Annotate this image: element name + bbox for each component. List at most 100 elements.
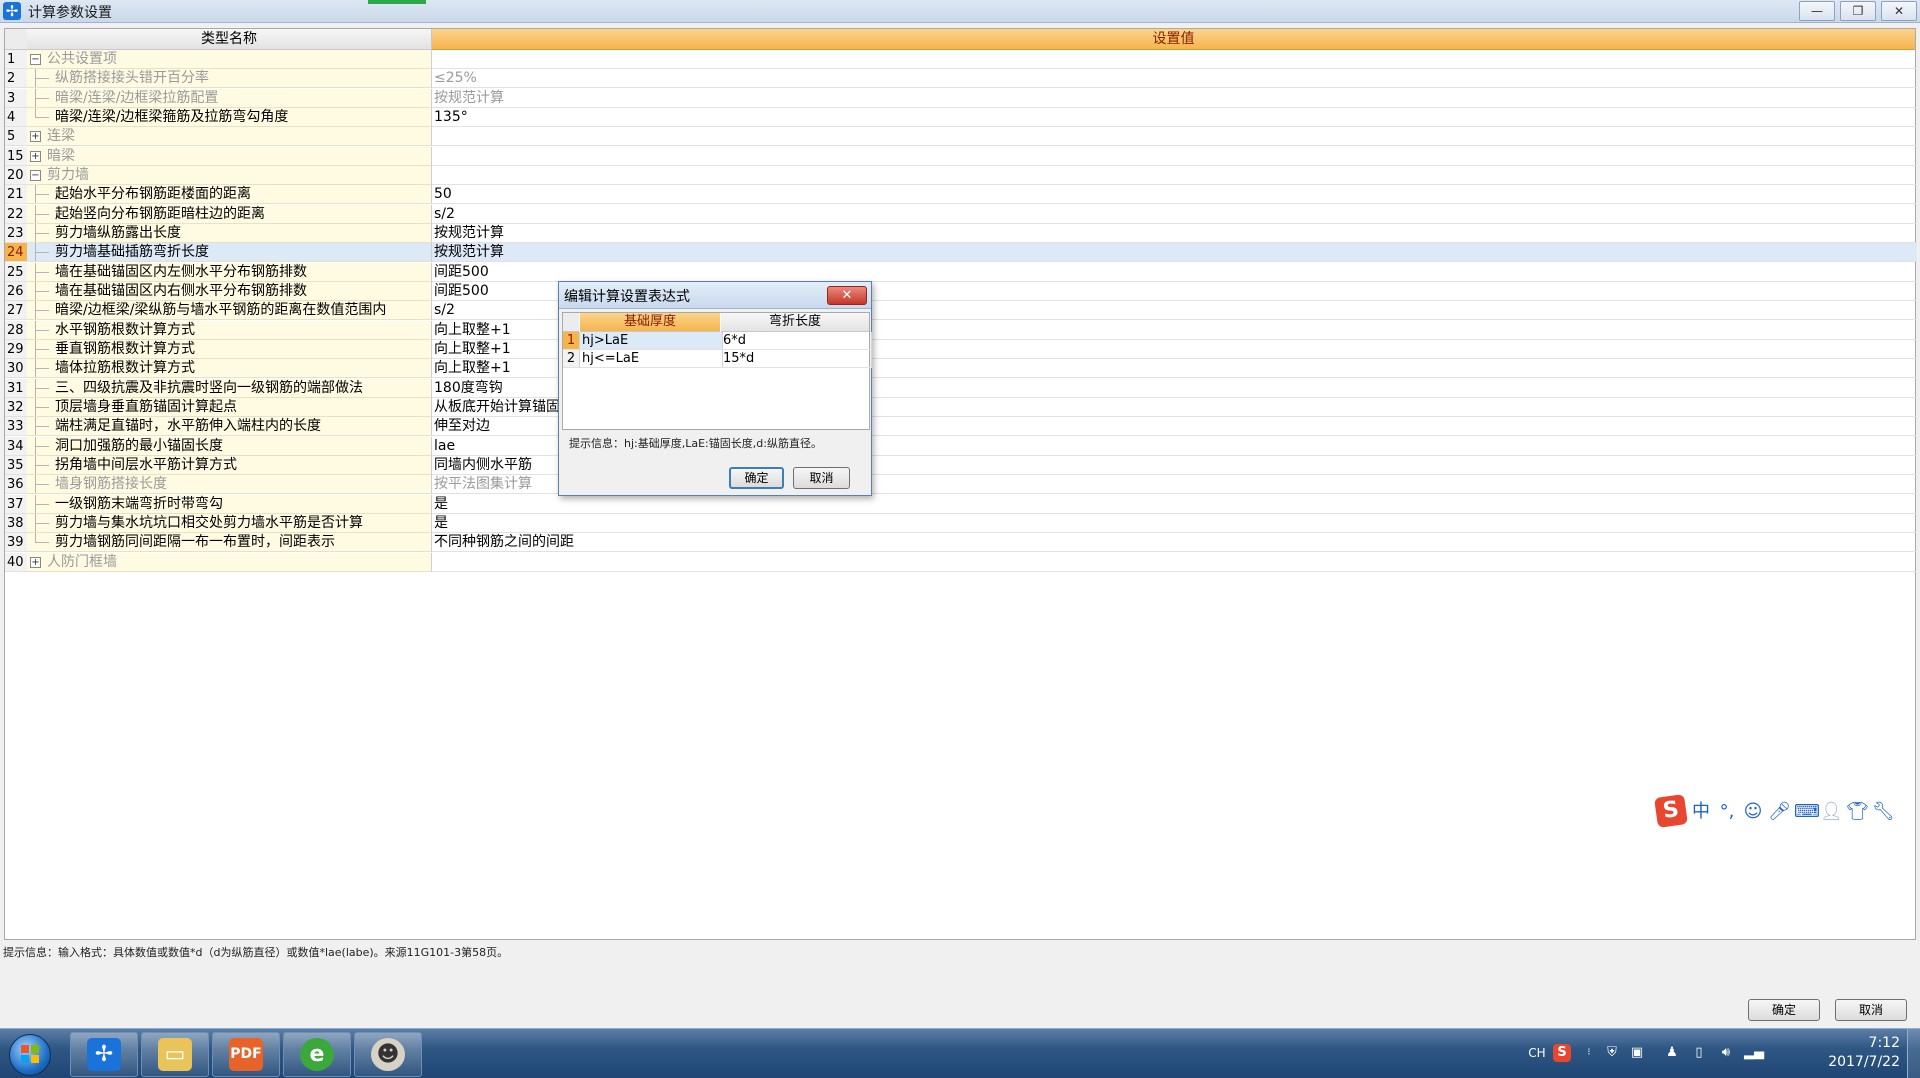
group-row[interactable]: 40 + 人防门框墙 [5,552,1917,572]
restore-button[interactable]: ❐ [1840,1,1876,21]
taskbar-explorer[interactable]: ▭ [141,1032,209,1077]
setting-name-cell[interactable]: 剪力墙与集水坑坑口相交处剪力墙水平筋是否计算 [27,513,432,533]
sogou-logo-icon[interactable]: S [1654,794,1688,828]
header-foundation-thickness[interactable]: 基础厚度 [580,313,720,332]
group-row[interactable]: 5 + 连梁 [5,127,1917,147]
expand-icon[interactable]: + [30,556,41,568]
taskbar-browser[interactable]: e [283,1032,351,1077]
taskbar-pdf[interactable]: PDF [212,1032,280,1077]
setting-value-cell[interactable]: 间距500 [432,263,1917,282]
dialog-cancel-button[interactable]: 取消 [793,467,850,489]
setting-value-cell[interactable] [432,50,1917,69]
setting-name-cell[interactable]: 暗梁/连梁/边框梁拉筋配置 [27,88,432,108]
setting-name-cell[interactable]: 水平钢筋根数计算方式 [27,320,432,340]
table-row[interactable]: 23 剪力墙纵筋露出长度 按规范计算 [5,223,1917,243]
table-row[interactable]: 31 三、四级抗震及非抗震时竖向一级钢筋的端部做法 180度弯钩 [5,378,1917,398]
header-type-name[interactable]: 类型名称 [27,29,432,50]
table-row[interactable]: 4 暗梁/连梁/边框梁箍筋及拉筋弯勾角度 135° [5,107,1917,127]
setting-name-cell[interactable]: 剪力墙钢筋同间距隔一布一布置时，间距表示 [27,533,432,553]
table-row[interactable]: 33 端柱满足直锚时，水平筋伸入端柱内的长度 伸至对边 [5,417,1917,437]
table-row[interactable]: 27 暗梁/边框梁/梁纵筋与墙水平钢筋的距离在数值范围内 s/2 [5,301,1917,321]
group-row[interactable]: 20− 剪力墙 [5,165,1917,185]
setting-value-cell[interactable]: ≤25% [432,69,1917,89]
setting-name-cell[interactable]: 剪力墙纵筋露出长度 [27,223,432,243]
setting-value-cell[interactable]: 按规范计算 [432,224,1917,243]
setting-name-cell[interactable]: 暗梁/连梁/边框梁箍筋及拉筋弯勾角度 [27,107,432,127]
setting-name-cell[interactable]: 拐角墙中间层水平筋计算方式 [27,455,432,475]
tray-volume-icon[interactable]: 🔊︎ [1717,1044,1735,1062]
table-row[interactable]: 2 纵筋搭接接头错开百分率 ≤25% [5,69,1917,89]
setting-value-cell[interactable]: 按规范计算 [432,89,1917,108]
expression-row[interactable]: 1 hj>LaE 6*d [563,332,872,350]
tray-signal-icon[interactable]: ▂▄ [1744,1044,1764,1062]
setting-value-cell[interactable]: 按规范计算 [432,243,1917,263]
setting-name-cell[interactable]: 墙在基础锚固区内左侧水平分布钢筋排数 [27,262,432,282]
table-row[interactable]: 21 起始水平分布钢筋距楼面的距离 50 [5,185,1917,205]
emoji-icon[interactable]: ☺ [1742,801,1764,823]
tray-ime-options-icon[interactable]: ⁝ [1580,1044,1598,1062]
keyboard-icon[interactable]: ⌨ [1794,801,1820,823]
setting-name-cell[interactable]: 暗梁/边框梁/梁纵筋与墙水平钢筋的距离在数值范围内 [27,301,432,321]
table-row[interactable]: 25 墙在基础锚固区内左侧水平分布钢筋排数 间距500 [5,262,1917,282]
expand-icon[interactable]: + [30,131,41,143]
skin-shirt-icon[interactable]: 👕︎ [1846,801,1869,823]
close-button[interactable]: ✕ [1881,1,1917,21]
tray-shield-icon[interactable]: ⛨ [1603,1044,1621,1062]
setting-value-cell[interactable]: 是 [432,495,1917,514]
setting-name-cell[interactable]: 墙身钢筋搭接长度 [27,475,432,495]
setting-name-cell[interactable]: 墙体拉筋根数计算方式 [27,359,432,379]
table-row[interactable]: 32 顶层墙身垂直筋锚固计算起点 从板底开始计算锚固 [5,397,1917,417]
table-row[interactable]: 39 剪力墙钢筋同间距隔一布一布置时，间距表示 不同种钢筋之间的间距 [5,533,1917,553]
expression-condition[interactable]: hj<=LaE [580,350,723,368]
dialog-close-button[interactable]: ✕ [827,286,867,305]
table-row[interactable]: 37 一级钢筋末端弯折时带弯勾 是 [5,494,1917,514]
taskbar-avatar-app[interactable]: ☻ [354,1032,422,1077]
taskbar-glodon-app[interactable]: ✢ [70,1032,138,1077]
start-button[interactable] [9,1034,51,1076]
setting-name-cell[interactable]: 顶层墙身垂直筋锚固计算起点 [27,397,432,417]
table-row[interactable]: 34 洞口加强筋的最小锚固长度 lae [5,436,1917,456]
setting-value-cell[interactable]: 135° [432,108,1917,127]
wrench-icon[interactable]: 🔧︎ [1872,801,1895,823]
setting-name-cell[interactable]: 一级钢筋末端弯折时带弯勾 [27,494,432,514]
minimize-button[interactable]: — [1799,1,1835,21]
setting-name-cell[interactable]: 剪力墙基础插筋弯折长度 [27,243,432,263]
ime-toolbar[interactable]: S 中 °, ☺ 🎤︎ ⌨ 👤︎ 👕︎ 🔧︎ [1654,794,1914,828]
setting-value-cell[interactable]: 是 [432,514,1917,533]
table-row[interactable]: 36 墙身钢筋搭接长度 按平法图集计算 [5,475,1917,495]
tray-qq-icon[interactable]: ♟ [1663,1044,1681,1062]
setting-name-cell[interactable]: 起始水平分布钢筋距楼面的距离 [27,185,432,205]
table-row[interactable]: 26 墙在基础锚固区内右侧水平分布钢筋排数 间距500 [5,281,1917,301]
dialog-ok-button[interactable]: 确定 [729,467,784,489]
show-desktop-button[interactable] [1907,1029,1920,1078]
expand-icon[interactable]: + [30,150,41,162]
ime-punctuation[interactable]: °, [1716,801,1738,823]
table-row[interactable]: 38 剪力墙与集水坑坑口相交处剪力墙水平筋是否计算 是 [5,513,1917,533]
collapse-icon[interactable]: − [30,169,41,181]
setting-name-cell[interactable]: 端柱满足直锚时，水平筋伸入端柱内的长度 [27,417,432,437]
table-row[interactable]: 3 暗梁/连梁/边框梁拉筋配置 按规范计算 [5,88,1917,108]
group-row[interactable]: 1− 公共设置项 [5,50,1917,69]
tray-sogou-icon[interactable]: S [1553,1044,1571,1062]
tray-language[interactable]: CH [1526,1044,1548,1062]
setting-name-cell[interactable]: + 人防门框墙 [27,552,432,572]
tray-network-icon[interactable]: ▣ [1628,1044,1646,1062]
clock[interactable]: 7:12 2017/7/22 [1780,1034,1900,1072]
header-bend-length[interactable]: 弯折长度 [721,313,869,332]
setting-name-cell[interactable]: − 剪力墙 [27,165,432,185]
setting-name-cell[interactable]: − 公共设置项 [27,50,432,69]
setting-name-cell[interactable]: 起始竖向分布钢筋距暗柱边的距离 [27,204,432,224]
expression-row[interactable]: 2 hj<=LaE 15*d [563,350,872,368]
group-row[interactable]: 15 + 暗梁 [5,146,1917,166]
setting-value-cell[interactable]: 50 [432,185,1917,205]
table-row[interactable]: 29 垂直钢筋根数计算方式 向上取整+1 [5,339,1917,359]
header-setting-value[interactable]: 设置值 [432,29,1915,50]
setting-name-cell[interactable]: + 暗梁 [27,146,432,166]
setting-value-cell[interactable] [432,553,1917,572]
setting-value-cell[interactable] [432,166,1917,185]
user-icon[interactable]: 👤︎ [1820,801,1843,823]
microphone-icon[interactable]: 🎤︎ [1768,801,1791,823]
setting-value-cell[interactable]: 不同种钢筋之间的间距 [432,533,1917,553]
tray-device-icon[interactable]: ▯ [1690,1044,1708,1062]
setting-name-cell[interactable]: 墙在基础锚固区内右侧水平分布钢筋排数 [27,281,432,301]
